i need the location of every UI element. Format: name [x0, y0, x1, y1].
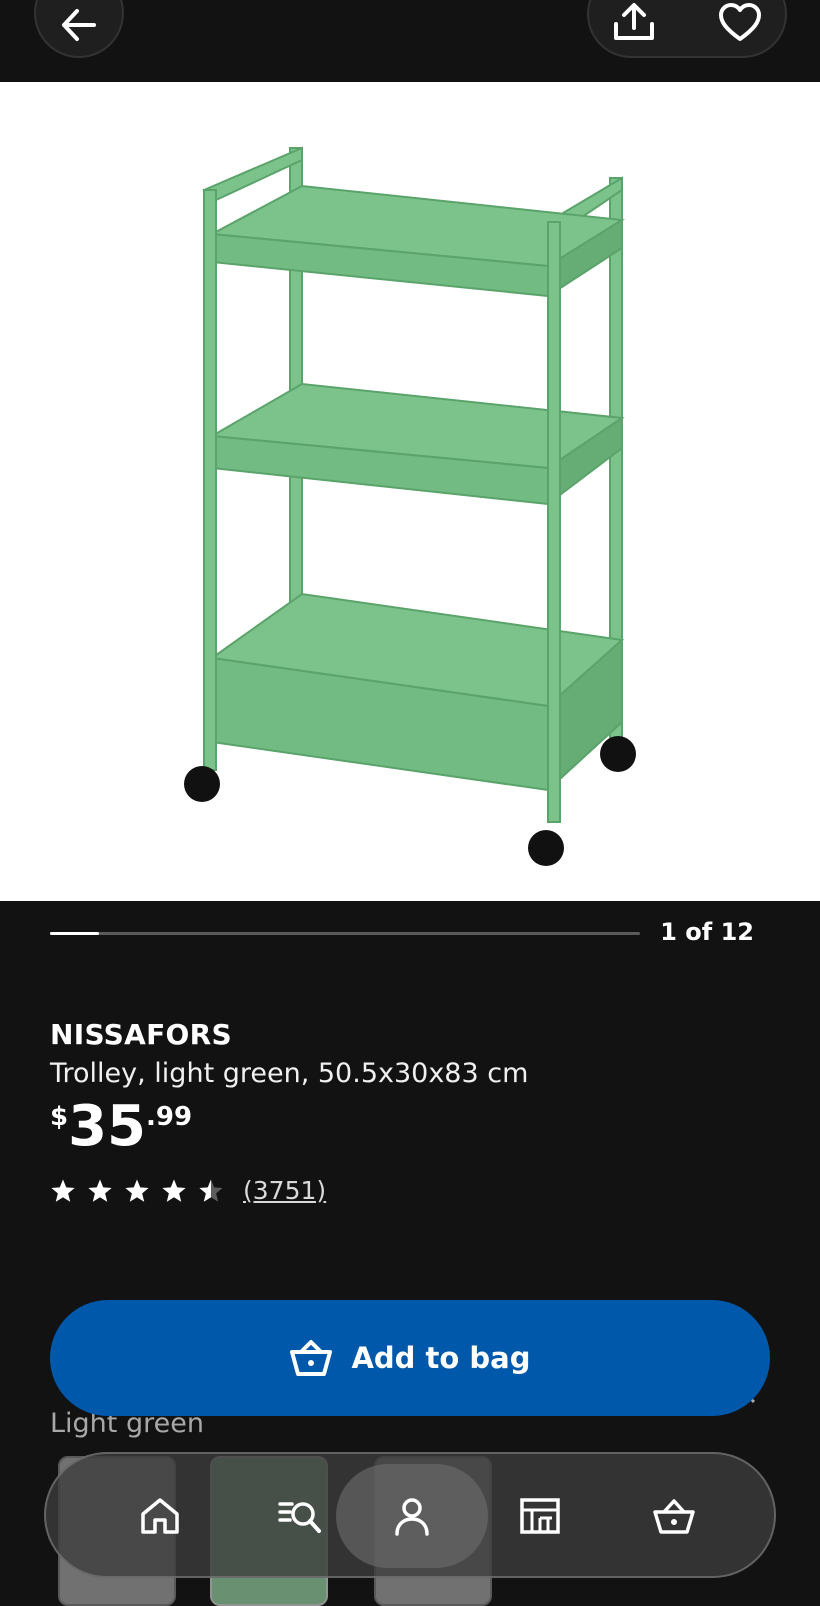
nav-basket[interactable] — [642, 1484, 706, 1548]
home-icon — [141, 1498, 179, 1534]
star-icon — [51, 1179, 75, 1202]
product-price: $ 35 .99 — [50, 1096, 192, 1158]
favorite-button[interactable] — [717, 2, 763, 44]
share-button[interactable] — [611, 2, 657, 44]
basket-icon — [653, 1499, 695, 1534]
review-count-link[interactable]: (3751) — [243, 1176, 326, 1205]
nav-profile[interactable] — [380, 1484, 444, 1548]
nav-search[interactable] — [268, 1484, 332, 1548]
trolley-image — [184, 146, 636, 866]
store-icon — [520, 1498, 560, 1534]
price-integer: 35 — [68, 1094, 147, 1159]
rating-stars — [50, 1178, 235, 1204]
top-bar — [0, 0, 820, 82]
product-rating[interactable]: (3751) — [50, 1176, 326, 1205]
gallery-progress — [50, 932, 640, 935]
product-description: Trolley, light green, 50.5x30x83 cm — [50, 1058, 529, 1089]
nav-home[interactable] — [128, 1484, 192, 1548]
star-icon — [88, 1179, 112, 1202]
search-icon — [278, 1502, 321, 1533]
star-icon — [162, 1179, 186, 1202]
bottom-navigation — [44, 1452, 776, 1578]
gallery-counter: 1 of 12 — [660, 918, 754, 946]
nav-stores[interactable] — [508, 1484, 572, 1548]
add-to-bag-button[interactable]: Add to bag — [50, 1300, 770, 1416]
gallery-progress-fill — [50, 932, 99, 935]
product-name: NISSAFORS — [50, 1018, 232, 1051]
back-button[interactable] — [34, 0, 124, 58]
product-image[interactable] — [0, 82, 820, 901]
profile-icon — [395, 1498, 429, 1536]
price-decimal: .99 — [146, 1102, 193, 1132]
share-icon — [614, 3, 654, 40]
price-currency: $ — [50, 1102, 69, 1132]
action-pill — [587, 0, 787, 58]
arrow-left-icon — [62, 9, 96, 41]
heart-icon — [719, 3, 761, 41]
basket-icon — [290, 1340, 333, 1376]
star-icon — [199, 1179, 223, 1202]
star-icon — [125, 1179, 149, 1202]
add-to-bag-label: Add to bag — [351, 1341, 531, 1375]
